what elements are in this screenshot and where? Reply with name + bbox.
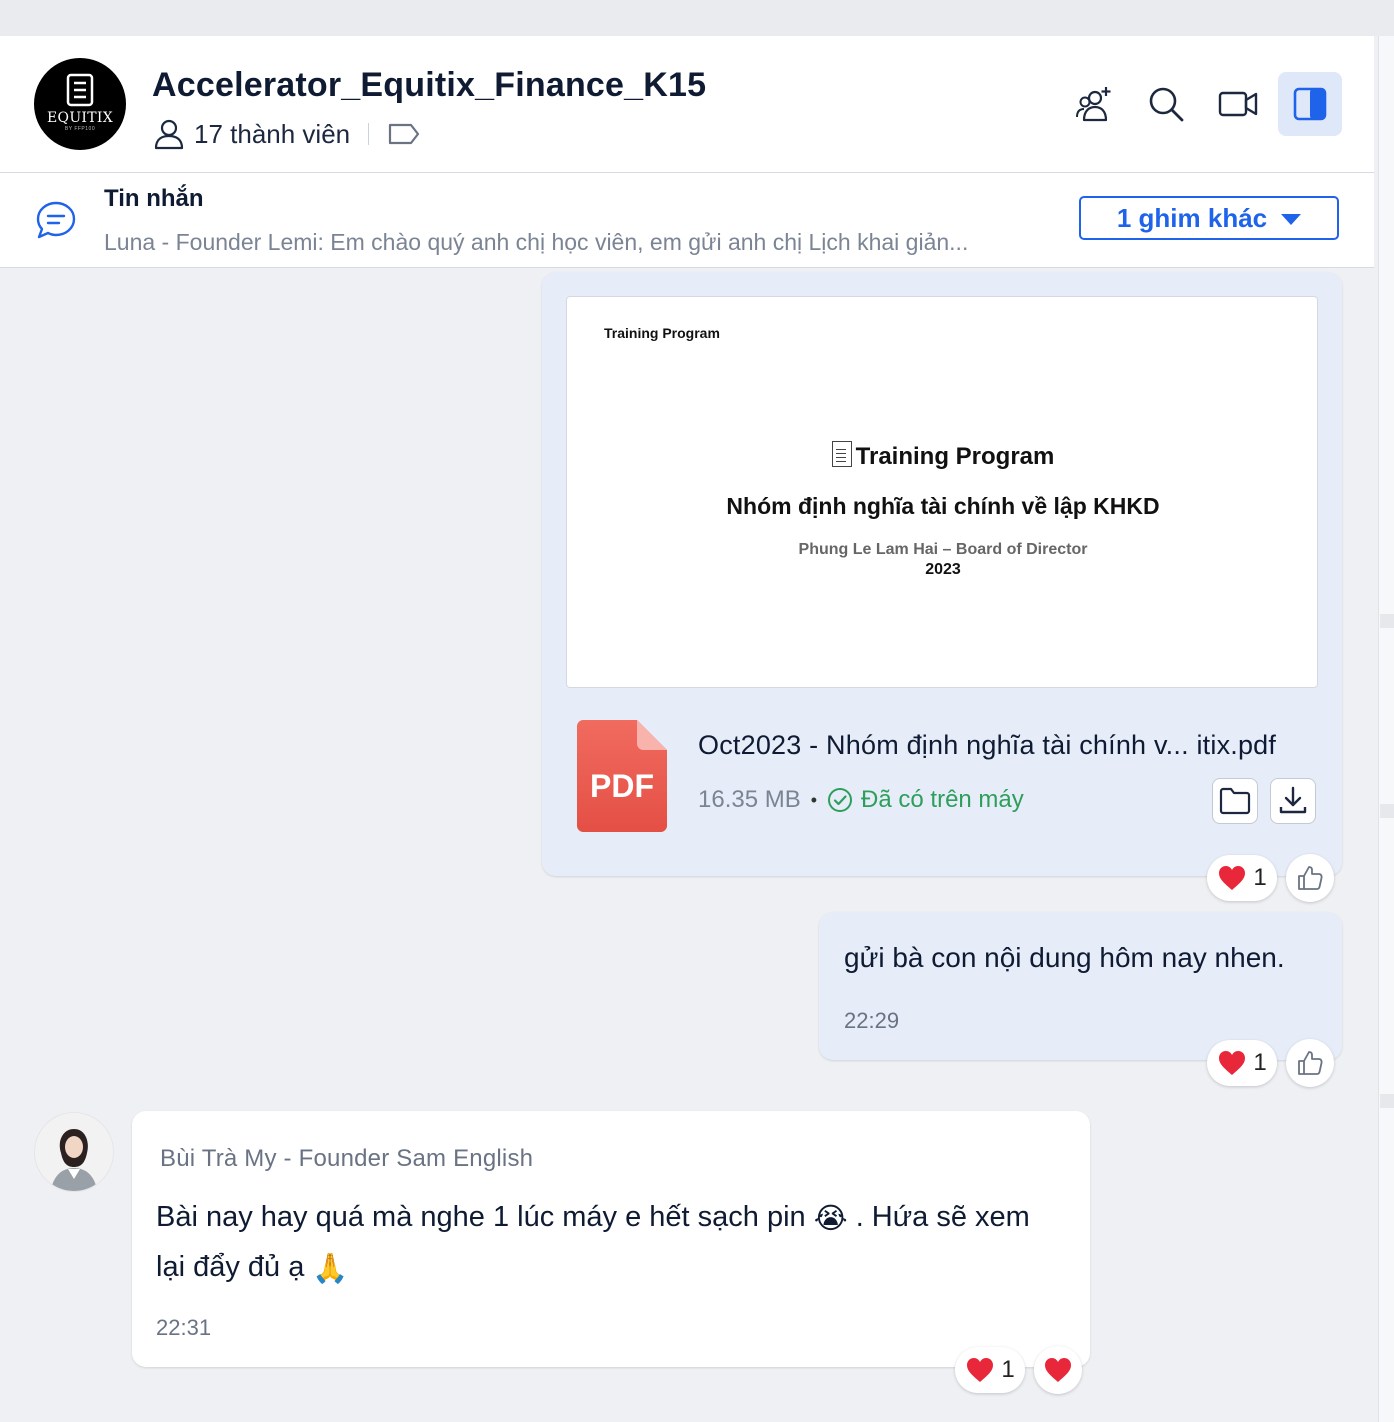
reaction-count: 1 — [1253, 1049, 1267, 1076]
reaction-heart[interactable]: 1 — [955, 1347, 1025, 1393]
right-edge-mark — [1380, 614, 1394, 628]
divider — [368, 123, 370, 145]
more-pins-label: 1 ghim khác — [1116, 202, 1268, 233]
pinned-title: Tin nhắn — [104, 185, 204, 212]
more-pins-button[interactable]: 1 ghim khác — [1079, 196, 1339, 240]
sidebar-toggle-icon — [1293, 87, 1327, 121]
download-icon — [1279, 786, 1307, 814]
crying-emoji: 😭 — [813, 1200, 848, 1235]
reaction-count: 1 — [1001, 1356, 1015, 1383]
member-count[interactable]: 17 thành viên — [194, 119, 350, 150]
pdf-file-icon[interactable]: PDF — [577, 720, 667, 832]
file-status: Đã có trên máy — [861, 786, 1024, 813]
heart-icon — [1219, 1051, 1246, 1075]
pdf-preview[interactable]: Training Program Training Program Nhóm đ… — [566, 296, 1318, 688]
member-info: 17 thành viên — [152, 116, 421, 152]
heart-icon — [1045, 1358, 1071, 1382]
message-text-part1: Bài nay hay quá mà nghe 1 lúc máy e hết … — [156, 1201, 806, 1233]
like-button[interactable] — [1286, 1039, 1334, 1087]
chat-header: EQUITIX BY FFP100 Accelerator_Equitix_Fi… — [0, 36, 1374, 173]
video-call-button[interactable] — [1206, 72, 1270, 136]
right-edge-mark — [1380, 804, 1394, 818]
sender-name[interactable]: Bùi Trà My - Founder Sam English — [160, 1145, 533, 1173]
message-time: 22:31 — [156, 1315, 212, 1340]
check-circle-icon — [828, 788, 853, 812]
reaction-heart[interactable]: 1 — [1207, 855, 1277, 901]
pinned-preview[interactable]: Luna - Founder Lemi: Em chào quý anh chị… — [104, 229, 968, 256]
person-icon — [154, 119, 184, 150]
praying-hands-emoji: 🙏 — [312, 1250, 349, 1285]
slide-title-text: Training Program — [855, 443, 1055, 470]
download-button[interactable] — [1270, 778, 1316, 824]
heart-icon — [967, 1358, 994, 1382]
pinned-message-bar[interactable]: Tin nhắn Luna - Founder Lemi: Em chào qu… — [0, 173, 1374, 268]
logo-text: EQUITIX — [47, 110, 113, 126]
sidebar-toggle-button[interactable] — [1278, 72, 1342, 136]
caret-down-icon — [1281, 213, 1302, 225]
thumbs-up-icon — [1298, 1051, 1323, 1075]
tag-icon[interactable] — [387, 121, 421, 147]
chat-bubble-icon — [36, 201, 76, 239]
thumbs-up-icon — [1298, 866, 1323, 890]
right-edge-mark — [1380, 1094, 1394, 1108]
document-icon — [831, 441, 852, 467]
pdf-label: PDF — [590, 768, 654, 804]
meta-dot: • — [810, 789, 818, 810]
slide-subtitle: Nhóm định nghĩa tài chính về lập KHKD — [726, 493, 1160, 519]
equitix-logo-icon — [66, 73, 94, 107]
slide-corner-label: Training Program — [604, 325, 720, 341]
like-button[interactable] — [1286, 854, 1334, 902]
logo-subtext: BY FFP100 — [64, 126, 96, 132]
reaction-heart[interactable]: 1 — [1207, 1040, 1277, 1086]
slide-author: Phung Le Lam Hai – Board of Director — [798, 541, 1088, 558]
message-text: Bài nay hay quá mà nghe 1 lúc máy e hết … — [156, 1193, 1056, 1293]
add-member-button[interactable] — [1062, 72, 1126, 136]
add-member-icon — [1076, 87, 1111, 122]
group-avatar[interactable]: EQUITIX BY FFP100 — [34, 58, 126, 150]
video-call-icon — [1218, 91, 1258, 117]
file-name[interactable]: Oct2023 - Nhóm định nghĩa tài chính v...… — [698, 730, 1276, 761]
slide-title: Training Program — [567, 441, 1319, 471]
window-top-strip — [0, 0, 1394, 36]
file-size: 16.35 MB — [698, 786, 801, 813]
search-button[interactable] — [1134, 72, 1198, 136]
open-folder-button[interactable] — [1212, 778, 1258, 824]
message-text: gửi bà con nội dung hôm nay nhen. — [844, 942, 1285, 973]
incoming-message-bubble[interactable]: Bùi Trà My - Founder Sam English Bài nay… — [132, 1111, 1090, 1367]
reaction-count: 1 — [1253, 864, 1267, 891]
heart-icon — [1219, 866, 1246, 890]
file-message-bubble[interactable]: Training Program Training Program Nhóm đ… — [542, 272, 1342, 876]
search-icon — [1149, 87, 1184, 122]
text-message-bubble[interactable]: gửi bà con nội dung hôm nay nhen. 22:29 — [819, 912, 1342, 1060]
slide-year: 2023 — [925, 561, 961, 578]
message-time: 22:29 — [844, 1008, 900, 1033]
heart-react-button[interactable] — [1034, 1346, 1082, 1394]
folder-icon — [1219, 787, 1251, 815]
sender-avatar[interactable] — [34, 1112, 114, 1192]
group-title[interactable]: Accelerator_Equitix_Finance_K15 — [152, 66, 706, 105]
right-panel-edge — [1378, 36, 1394, 1422]
file-meta: 16.35 MB • Đã có trên máy — [698, 786, 1024, 814]
